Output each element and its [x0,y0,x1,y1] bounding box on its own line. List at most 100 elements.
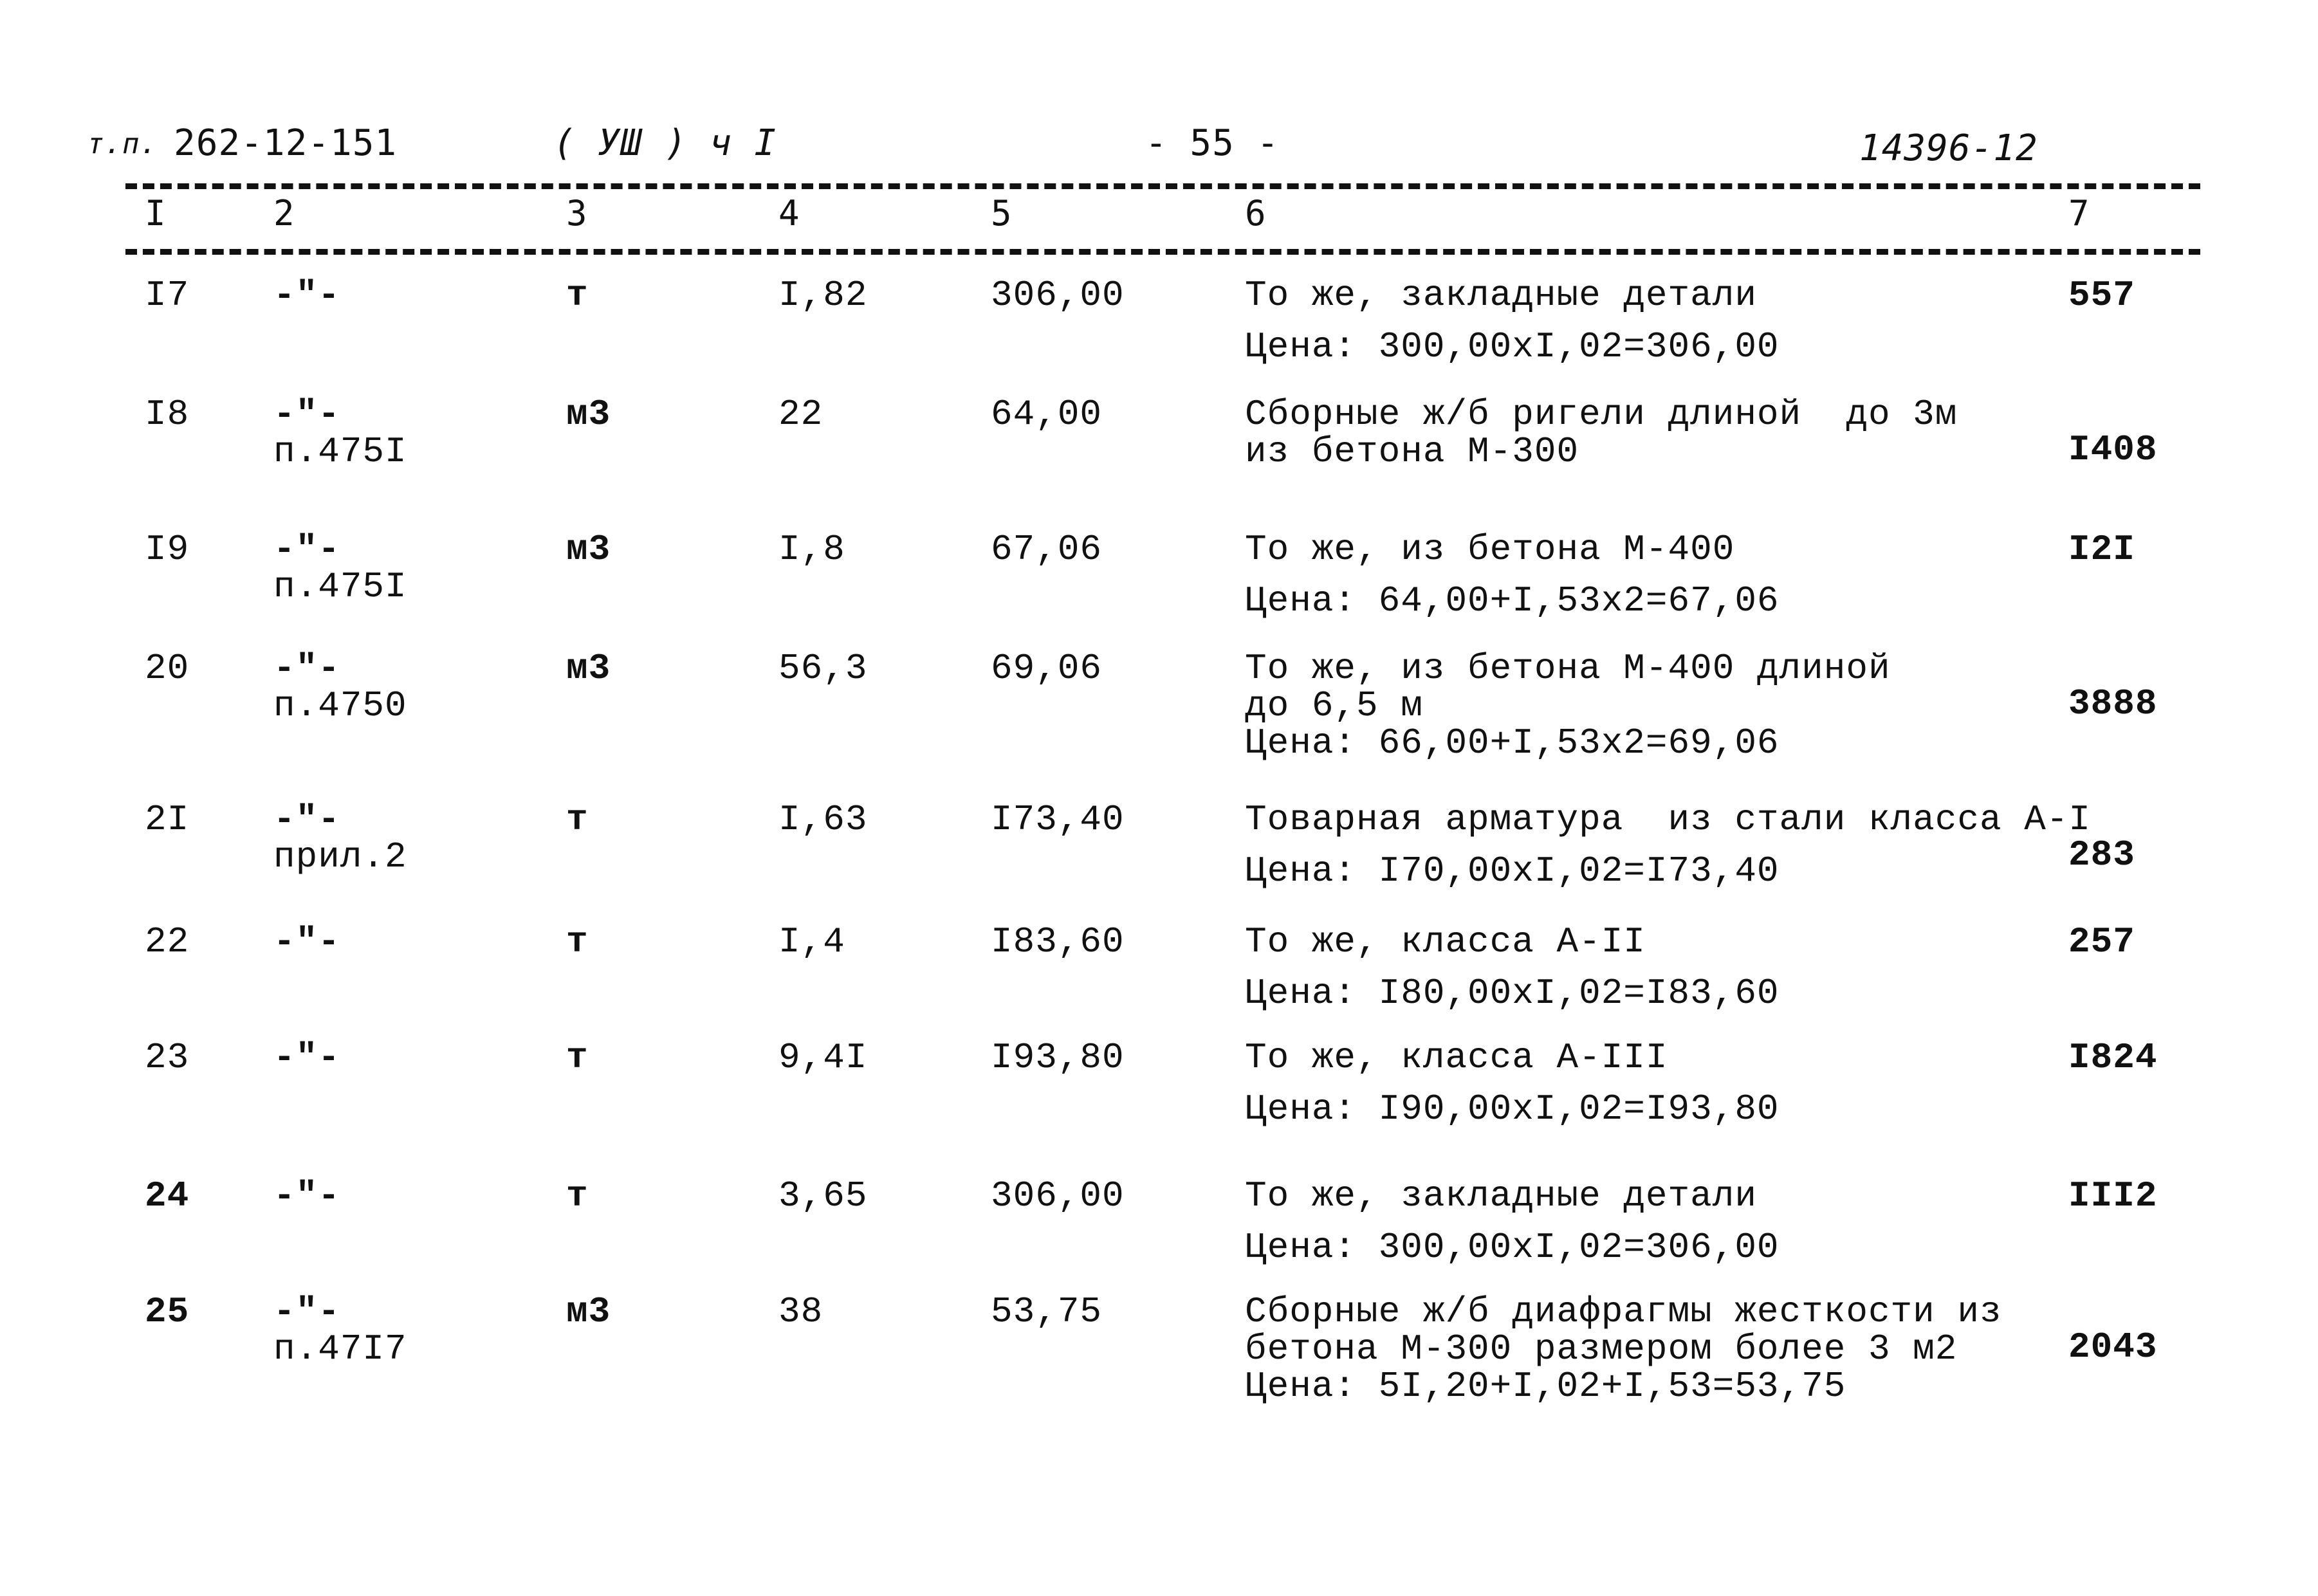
total-cost: 257 [2068,921,2135,962]
total-cost: I824 [2068,1037,2158,1078]
description-line: Сборные ж/б диафрагмы жесткости из [1245,1291,2002,1332]
description-line: То же, закладные детали [1245,1175,1757,1216]
row-number: 24 [145,1175,190,1216]
row-number: I9 [145,529,190,570]
unit: т [566,1175,589,1216]
quantity: 22 [778,394,823,435]
description: То же, закладные детали Цена: 300,00xI,02… [1245,1177,1780,1266]
price-formula: Цена: 64,00+I,53x2=67,06 [1245,580,1780,621]
unit: м3 [566,648,611,689]
description-line: до 6,5 м [1245,685,1423,726]
column-header-7: 7 [2068,193,2090,234]
ditto-mark: -"- [273,648,340,689]
unit-price: 67,06 [991,529,1103,570]
unit-price: 53,75 [991,1291,1103,1332]
description-line: То же, класса А-II [1245,921,1646,962]
total-cost: 3888 [2068,683,2158,724]
quantity: I,82 [778,275,868,316]
description: То же, закладные детали Цена: 300,00xI,02… [1245,277,1780,365]
unit: м3 [566,529,611,570]
column-header-3: 3 [566,193,587,234]
description-line: То же, закладные детали [1245,275,1757,316]
doc-code: 262-12-151 [174,122,398,164]
description: Сборные ж/б диафрагмы жесткости из бетона… [1245,1293,2002,1405]
section-label: ( УШ ) ч I [553,122,777,164]
description: То же, класса А-II Цена: I80,00xI,02=I83,… [1245,923,1780,1012]
ditto-mark: -"- [273,529,340,570]
norm-reference: -"- п.475I [273,531,407,605]
column-header-4: 4 [778,193,800,234]
quantity: 9,4I [778,1037,868,1078]
row-number: I7 [145,275,190,316]
unit-price: 306,00 [991,275,1125,316]
price-formula: Цена: 300,00xI,02=306,00 [1245,326,1780,367]
price-formula: Цена: 5I,20+I,02+I,53=53,75 [1245,1366,1846,1407]
unit-price: 64,00 [991,394,1103,435]
unit: м3 [566,1291,611,1332]
ditto-mark: -"- [273,1175,340,1216]
row-number: 2I [145,799,190,840]
ditto-mark: -"- [273,275,340,316]
ditto-mark: -"- [273,394,340,435]
description: То же, из бетона М-400 длиной до 6,5 м Цен… [1245,650,1891,762]
header-bottom-rule [125,249,2200,255]
column-header-5: 5 [991,193,1012,234]
total-cost: I2I [2068,529,2135,570]
description: То же, класса А-III Цена: I90,00xI,02=I93… [1245,1039,1780,1128]
price-formula: Цена: 300,00xI,02=306,00 [1245,1227,1780,1268]
price-formula: Цена: 66,00+I,53x2=69,06 [1245,722,1780,764]
price-formula: Цена: I90,00xI,02=I93,80 [1245,1088,1780,1130]
doc-prefix: т.п. [87,127,158,160]
description-line: из бетона М-300 [1245,431,1579,472]
description-line: Сборные ж/б ригели длиной до 3м [1245,394,1958,435]
column-header-1: I [145,193,166,234]
header-top-rule [125,183,2200,189]
unit: м3 [566,394,611,435]
total-cost: 283 [2068,834,2135,876]
norm-clause: п.4750 [273,685,407,726]
total-cost: 2043 [2068,1326,2158,1368]
unit-price: I73,40 [991,799,1125,840]
ditto-mark: -"- [273,1037,340,1078]
norm-clause: п.47I7 [273,1328,407,1370]
norm-clause: п.475I [273,566,407,607]
unit-price: 69,06 [991,648,1103,689]
quantity: 38 [778,1291,823,1332]
norm-reference: -"- п.47I7 [273,1293,407,1368]
description: Сборные ж/б ригели длиной до 3м из бетона… [1245,396,1957,470]
quantity: I,4 [778,921,845,962]
description-line: То же, из бетона М-400 [1245,529,1735,570]
row-number: 20 [145,648,190,689]
norm-clause: прил.2 [273,836,407,877]
description: То же, из бетона М-400 Цена: 64,00+I,53x2… [1245,531,1780,619]
price-formula: Цена: I70,00xI,02=I73,40 [1245,850,1780,892]
unit-price: I93,80 [991,1037,1125,1078]
unit: т [566,1037,589,1078]
row-number: 23 [145,1037,190,1078]
row-number: I8 [145,394,190,435]
inventory-number: 14396-12 [1859,127,2038,169]
unit-price: 306,00 [991,1175,1125,1216]
norm-reference: -"- [273,923,340,960]
total-cost: I408 [2068,429,2158,470]
description-line: Товарная арматура из стали класса А-I [1245,799,2092,840]
description-line: То же, класса А-III [1245,1037,1668,1078]
unit-price: I83,60 [991,921,1125,962]
quantity: 56,3 [778,648,868,689]
unit: т [566,275,589,316]
norm-reference: -"- [273,1177,340,1215]
ditto-mark: -"- [273,921,340,962]
norm-reference: -"- п.475I [273,396,407,470]
quantity: I,63 [778,799,868,840]
row-number: 25 [145,1291,190,1332]
row-number: 22 [145,921,190,962]
norm-reference: -"- [273,277,340,314]
description-line: То же, из бетона М-400 длиной [1245,648,1891,689]
quantity: 3,65 [778,1175,868,1216]
norm-reference: -"- прил.2 [273,801,407,876]
column-header-2: 2 [273,193,295,234]
norm-reference: -"- [273,1039,340,1076]
ditto-mark: -"- [273,799,340,840]
unit: т [566,921,589,962]
unit: т [566,799,589,840]
